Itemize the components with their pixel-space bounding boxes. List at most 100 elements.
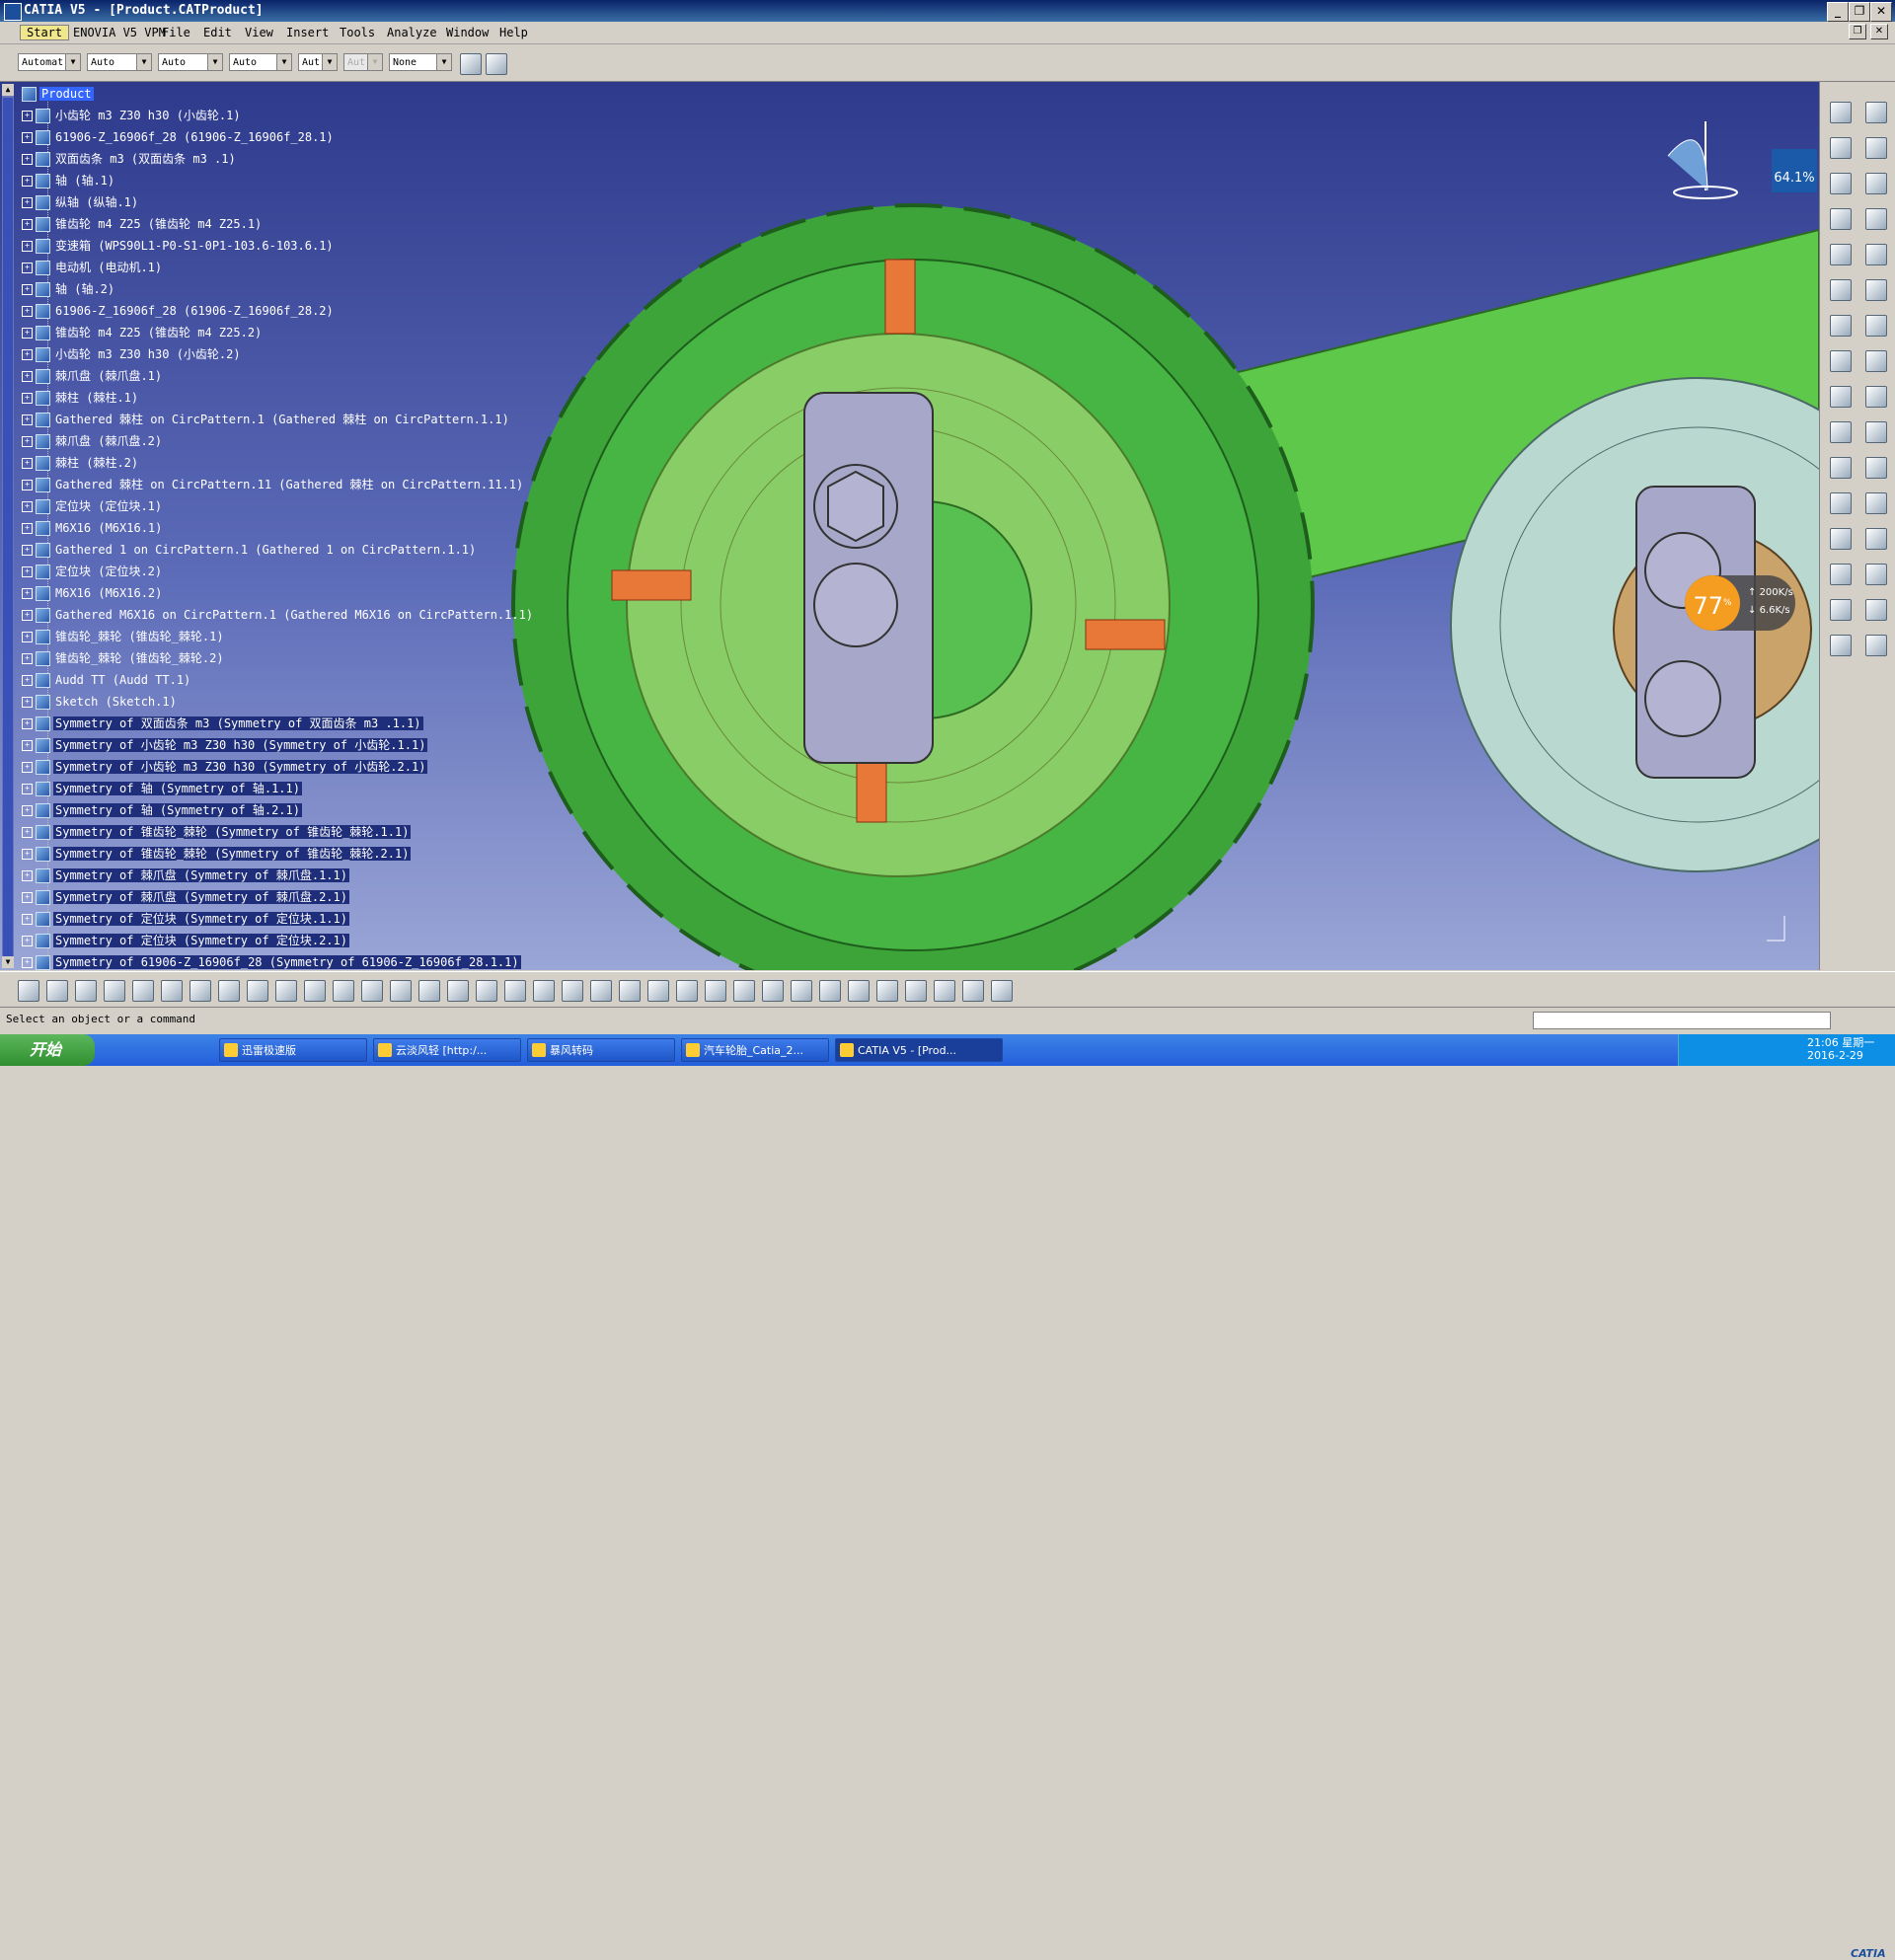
space-analysis-icon[interactable] [1830,564,1852,585]
expand-icon[interactable]: + [22,284,33,295]
expand-icon[interactable]: + [22,197,33,208]
expand-icon[interactable]: + [22,762,33,773]
render-icon[interactable] [1830,635,1852,656]
zoom-in-icon[interactable] [590,980,612,1002]
tree-node[interactable]: + Symmetry of 棘爪盘 (Symmetry of 棘爪盘.2.1) [22,888,349,906]
task-catia[interactable]: CATIA V5 - [Prod... [835,1038,1003,1062]
flex-icon[interactable] [1865,492,1887,514]
expand-icon[interactable]: + [22,892,33,903]
expand-icon[interactable]: + [22,415,33,425]
expand-icon[interactable]: + [22,849,33,860]
annotation-icon[interactable] [1865,564,1887,585]
expand-icon[interactable]: + [22,805,33,816]
expand-icon[interactable]: + [22,588,33,599]
tree-node[interactable]: + Gathered 棘柱 on CircPattern.11 (Gathered… [22,476,525,493]
expand-icon[interactable]: + [22,936,33,946]
manipulation-icon[interactable] [1830,279,1852,301]
tree-node[interactable]: + 锥齿轮_棘轮 (锥齿轮_棘轮.1) [22,628,226,645]
tree-node[interactable]: + 轴 (轴.2) [22,280,116,298]
menu-tools[interactable]: Tools [340,26,375,39]
tree-node[interactable]: + Gathered M6X16 on CircPattern.1 (Gather… [22,606,535,624]
fly-mode-icon[interactable] [476,980,497,1002]
tree-node[interactable]: + 锥齿轮 m4 Z25 (锥齿轮 m4 Z25.2) [22,324,264,341]
expand-icon[interactable]: + [22,458,33,469]
expand-icon[interactable]: + [22,263,33,273]
bom-icon[interactable] [1865,528,1887,550]
line-type-combo[interactable]: Auto ▼ [229,53,292,71]
render-style-icon[interactable] [848,980,870,1002]
properties-icon[interactable] [486,53,507,75]
tree-node[interactable]: + 变速箱 (WPS90L1-P0-S1-0P1-103.6-103.6.1) [22,237,336,255]
expand-icon[interactable]: + [22,111,33,121]
tree-scrollbar[interactable]: ▲ ▼ [2,84,14,968]
catalog-icon[interactable] [1830,102,1852,123]
color-combo[interactable]: Automat ▼ [18,53,81,71]
task-folder[interactable]: 汽车轮胎_Catia_2... [681,1038,829,1062]
transparency-combo[interactable]: Auto ▼ [87,53,152,71]
close-button[interactable]: ✕ [1870,2,1892,22]
expand-icon[interactable]: + [22,610,33,621]
expand-icon[interactable]: + [22,132,33,143]
chevron-down-icon[interactable]: ▼ [322,54,337,70]
chevron-down-icon[interactable]: ▼ [276,54,291,70]
minimize-button[interactable]: _ [1827,2,1849,22]
rotate-icon[interactable] [562,980,583,1002]
part-icon[interactable] [1865,137,1887,159]
tree-node[interactable]: + 棘柱 (棘柱.2) [22,454,140,472]
compass[interactable] [1667,121,1738,199]
menu-window[interactable]: Window [446,26,489,39]
expand-icon[interactable]: + [22,523,33,534]
pin-top[interactable] [884,259,916,335]
tree-node[interactable]: + Symmetry of 小齿轮 m3 Z30 h30 (Symmetry of… [22,736,428,754]
expand-icon[interactable]: + [22,697,33,708]
fix-icon[interactable] [1865,386,1887,408]
tree-node[interactable]: + 电动机 (电动机.1) [22,259,164,276]
shading-icon[interactable] [733,980,755,1002]
expand-icon[interactable]: + [22,393,33,404]
replace-icon[interactable] [1865,173,1887,194]
formula-icon[interactable] [304,980,326,1002]
point-type-combo[interactable]: Aut ▼ [298,53,338,71]
task-browser[interactable]: 云淡风轻 [http:/... [373,1038,521,1062]
expand-icon[interactable]: + [22,501,33,512]
bolt-head-1[interactable] [827,470,884,543]
existing-component-icon[interactable] [1830,173,1852,194]
menu-analyze[interactable]: Analyze [387,26,437,39]
tree-node[interactable]: + Symmetry of 定位块 (Symmetry of 定位块.1.1) [22,910,349,928]
clash-icon[interactable] [1830,315,1852,337]
paste-icon[interactable] [190,980,211,1002]
tree-node[interactable]: + 棘柱 (棘柱.1) [22,389,140,407]
reuse-pattern-icon[interactable] [1830,492,1852,514]
tree-node[interactable]: + 小齿轮 m3 Z30 h30 (小齿轮.2) [22,345,243,363]
expand-icon[interactable]: + [22,566,33,577]
layer-combo[interactable]: None ▼ [389,53,452,71]
sectioning-icon[interactable] [962,980,984,1002]
line-weight-combo[interactable]: Auto ▼ [158,53,223,71]
expand-icon[interactable]: + [22,740,33,751]
angle-icon[interactable] [1830,457,1852,479]
chevron-down-icon[interactable]: ▼ [136,54,151,70]
clock[interactable]: 21:06 星期一 2016-2-29 [1807,1036,1874,1062]
expand-icon[interactable]: + [22,914,33,925]
tree-node[interactable]: + Symmetry of 轴 (Symmetry of 轴.1.1) [22,780,302,797]
coincidence-icon[interactable] [1865,457,1887,479]
snap-icon[interactable] [1865,244,1887,265]
menu-help[interactable]: Help [499,26,528,39]
expand-icon[interactable]: + [22,870,33,881]
table-icon[interactable] [361,980,383,1002]
constraint-icon[interactable] [1830,244,1852,265]
task-xunlei[interactable]: 迅雷极速版 [219,1038,367,1062]
tree-node[interactable]: + Symmetry of 61906-Z_16906f_28 (Symmetry… [22,953,521,970]
filter-icon[interactable] [418,980,440,1002]
tree-node[interactable]: + 定位块 (定位块.2) [22,563,164,580]
tree-node[interactable]: + M6X16 (M6X16.1) [22,519,164,537]
update-all-icon[interactable] [876,980,898,1002]
doc-close-button[interactable]: ✕ [1870,24,1888,39]
section-icon[interactable] [1830,350,1852,372]
right-bolt-2[interactable] [1644,660,1721,737]
menu-file[interactable]: File [162,26,190,39]
new-icon[interactable] [18,980,39,1002]
knowledge-icon[interactable] [333,980,354,1002]
tree-node[interactable]: + Symmetry of 轴 (Symmetry of 轴.2.1) [22,801,302,819]
print-icon[interactable] [104,980,125,1002]
